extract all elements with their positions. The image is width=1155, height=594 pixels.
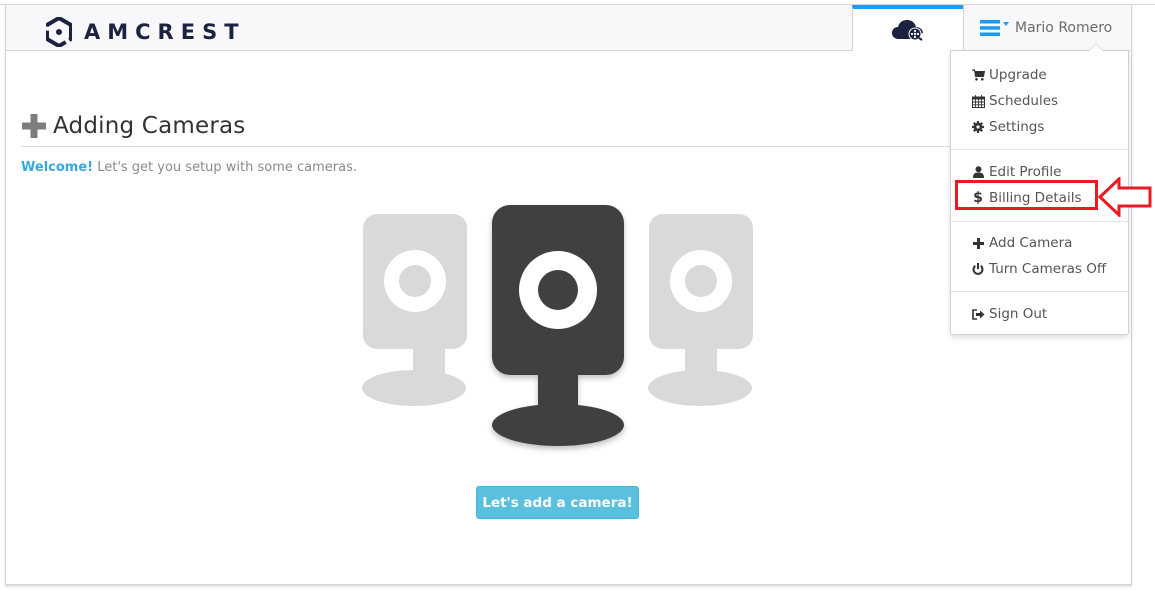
camera-icon-right — [648, 214, 753, 406]
add-camera-button[interactable]: Let's add a camera! — [476, 486, 639, 519]
camera-icon-center — [492, 205, 624, 446]
camera-icon-left — [362, 214, 467, 406]
